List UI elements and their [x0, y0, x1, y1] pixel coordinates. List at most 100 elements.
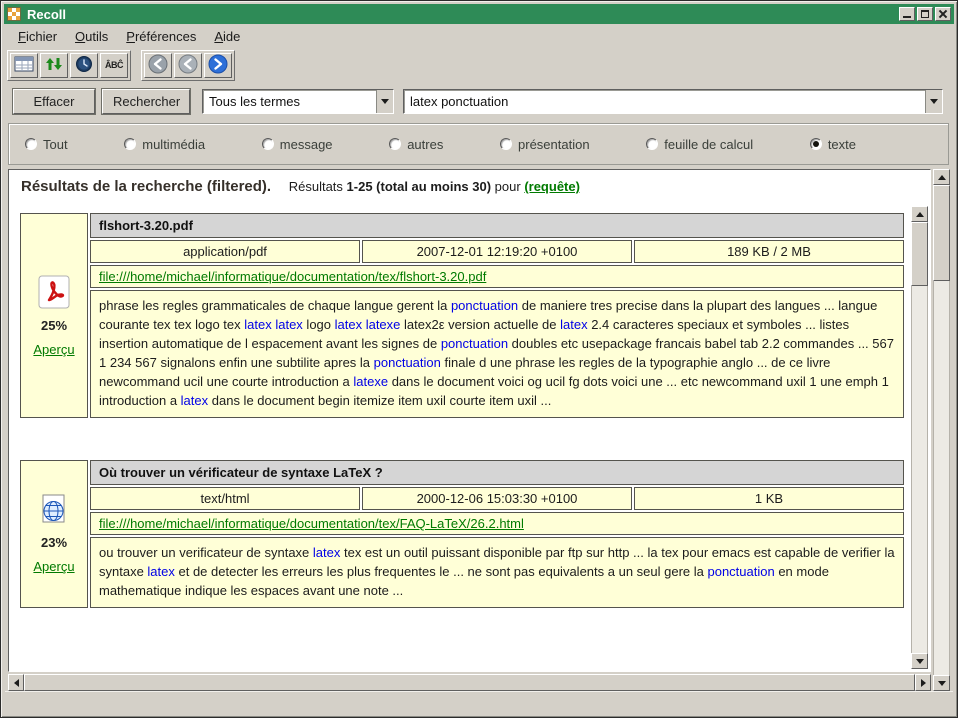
radio-icon	[25, 138, 37, 150]
result-snippet: phrase les regles grammaticales de chaqu…	[90, 290, 904, 418]
preview-link[interactable]: Aperçu	[33, 342, 74, 357]
results-count: Résultats 1-25 (total au moins 30) pour …	[289, 179, 580, 194]
scrollbar-track[interactable]	[24, 674, 915, 691]
scroll-down-icon[interactable]	[933, 675, 950, 691]
scroll-left-icon[interactable]	[8, 674, 24, 691]
scrollbar-thumb[interactable]	[24, 674, 915, 691]
relevance-percent: 25%	[41, 318, 67, 333]
menubar: Fichier Outils Préférences Aide	[5, 25, 953, 48]
history-button[interactable]	[70, 53, 98, 78]
scroll-right-icon[interactable]	[915, 674, 931, 691]
results-panel-scrollbar-vertical[interactable]	[933, 169, 950, 691]
result-url-link[interactable]: file:///home/michael/informatique/docume…	[99, 269, 486, 284]
toolbar-group-navigation	[141, 50, 235, 81]
nav-back-alt-button[interactable]	[174, 53, 202, 78]
titlebar[interactable]: Recoll	[4, 4, 954, 24]
nav-back-icon	[178, 54, 198, 77]
radio-icon	[646, 138, 658, 150]
result-item: 25% Aperçu flshort-3.20.pdf application/…	[20, 213, 904, 418]
html-globe-icon	[38, 494, 70, 526]
search-mode-select[interactable]: Tous les termes	[202, 89, 394, 114]
chevron-down-icon[interactable]	[925, 90, 942, 113]
result-url-link[interactable]: file:///home/michael/informatique/docume…	[99, 516, 524, 531]
search-query-value: latex ponctuation	[404, 94, 925, 109]
nav-forward-button[interactable]	[204, 53, 232, 78]
filter-radio-texte[interactable]: texte	[810, 137, 856, 152]
spellcheck-icon: ÂBĈ	[105, 60, 123, 70]
maximize-icon	[921, 10, 929, 18]
radio-icon	[810, 138, 822, 150]
nav-forward-icon	[208, 54, 228, 77]
search-button[interactable]: Rechercher	[102, 89, 190, 114]
results-header: Résultats de la recherche (filtered). Ré…	[9, 170, 930, 199]
menu-aide[interactable]: Aide	[207, 26, 247, 47]
result-date: 2007-12-01 12:19:20 +0100	[362, 240, 632, 263]
scroll-up-icon[interactable]	[933, 169, 950, 185]
table-icon	[14, 56, 34, 75]
results-list-wrap: 25% Aperçu flshort-3.20.pdf application/…	[11, 206, 928, 669]
status-bar	[5, 691, 953, 714]
search-bar: Effacer Rechercher Tous les termes latex…	[13, 87, 943, 115]
history-clock-icon	[75, 55, 93, 76]
results-list: 25% Aperçu flshort-3.20.pdf application/…	[11, 206, 910, 669]
result-date: 2000-12-06 15:03:30 +0100	[362, 487, 632, 510]
nav-back-button[interactable]	[144, 53, 172, 78]
result-url-row: file:///home/michael/informatique/docume…	[90, 512, 904, 535]
preview-link[interactable]: Aperçu	[33, 559, 74, 574]
chevron-down-icon[interactable]	[376, 90, 393, 113]
radio-icon	[124, 138, 136, 150]
scrollbar-thumb[interactable]	[911, 222, 928, 286]
query-detail-button[interactable]	[10, 53, 38, 78]
scrollbar-track[interactable]	[911, 222, 928, 653]
scrollbar-track[interactable]	[933, 185, 950, 675]
filter-radio-message[interactable]: message	[262, 137, 333, 152]
result-url-row: file:///home/michael/informatique/docume…	[90, 265, 904, 288]
result-mime: application/pdf	[90, 240, 360, 263]
filter-radio-feuille-de-calcul[interactable]: feuille de calcul	[646, 137, 753, 152]
result-size: 1 KB	[634, 487, 904, 510]
maximize-button[interactable]	[917, 7, 933, 21]
result-title: Où trouver un vérificateur de syntaxe La…	[90, 460, 904, 485]
result-side-panel: 25% Aperçu	[20, 213, 88, 418]
clear-button[interactable]: Effacer	[13, 89, 95, 114]
result-meta-row: application/pdf 2007-12-01 12:19:20 +010…	[90, 240, 904, 263]
toolbar: ÂBĈ	[7, 49, 235, 81]
menu-fichier[interactable]: Fichier	[11, 26, 64, 47]
result-meta-row: text/html 2000-12-06 15:03:30 +0100 1 KB	[90, 487, 904, 510]
sort-arrows-icon	[45, 56, 63, 75]
result-mime: text/html	[90, 487, 360, 510]
results-panel-scrollbar-horizontal[interactable]	[8, 674, 931, 691]
radio-icon	[262, 138, 274, 150]
close-icon	[936, 8, 950, 20]
sort-button[interactable]	[40, 53, 68, 78]
scroll-down-icon[interactable]	[911, 653, 928, 669]
app-icon[interactable]	[7, 7, 21, 21]
close-button[interactable]	[935, 7, 951, 21]
radio-icon	[500, 138, 512, 150]
search-mode-value: Tous les termes	[203, 94, 376, 109]
filter-radio-presentation[interactable]: présentation	[500, 137, 590, 152]
results-list-scrollbar-vertical[interactable]	[911, 206, 928, 669]
menu-outils[interactable]: Outils	[68, 26, 115, 47]
result-item: 23% Aperçu Où trouver un vérificateur de…	[20, 460, 904, 608]
filter-radio-tout[interactable]: Tout	[25, 137, 68, 152]
result-side-panel: 23% Aperçu	[20, 460, 88, 608]
scrollbar-thumb[interactable]	[933, 185, 950, 281]
window-controls	[899, 7, 951, 21]
scroll-up-icon[interactable]	[911, 206, 928, 222]
minimize-button[interactable]	[899, 7, 915, 21]
term-explorer-button[interactable]: ÂBĈ	[100, 53, 128, 78]
minimize-icon	[903, 16, 911, 18]
menu-preferences[interactable]: Préférences	[119, 26, 203, 47]
filter-radio-autres[interactable]: autres	[389, 137, 443, 152]
result-detail: flshort-3.20.pdf application/pdf 2007-12…	[90, 213, 904, 418]
nav-back-icon	[148, 54, 168, 77]
search-query-input[interactable]: latex ponctuation	[403, 89, 943, 114]
filter-radio-multimedia[interactable]: multimédia	[124, 137, 205, 152]
results-title: Résultats de la recherche (filtered).	[21, 178, 271, 195]
query-link[interactable]: (requête)	[524, 179, 580, 194]
window-title: Recoll	[27, 7, 893, 22]
toolbar-group-tools: ÂBĈ	[7, 50, 131, 81]
result-title: flshort-3.20.pdf	[90, 213, 904, 238]
radio-icon	[389, 138, 401, 150]
